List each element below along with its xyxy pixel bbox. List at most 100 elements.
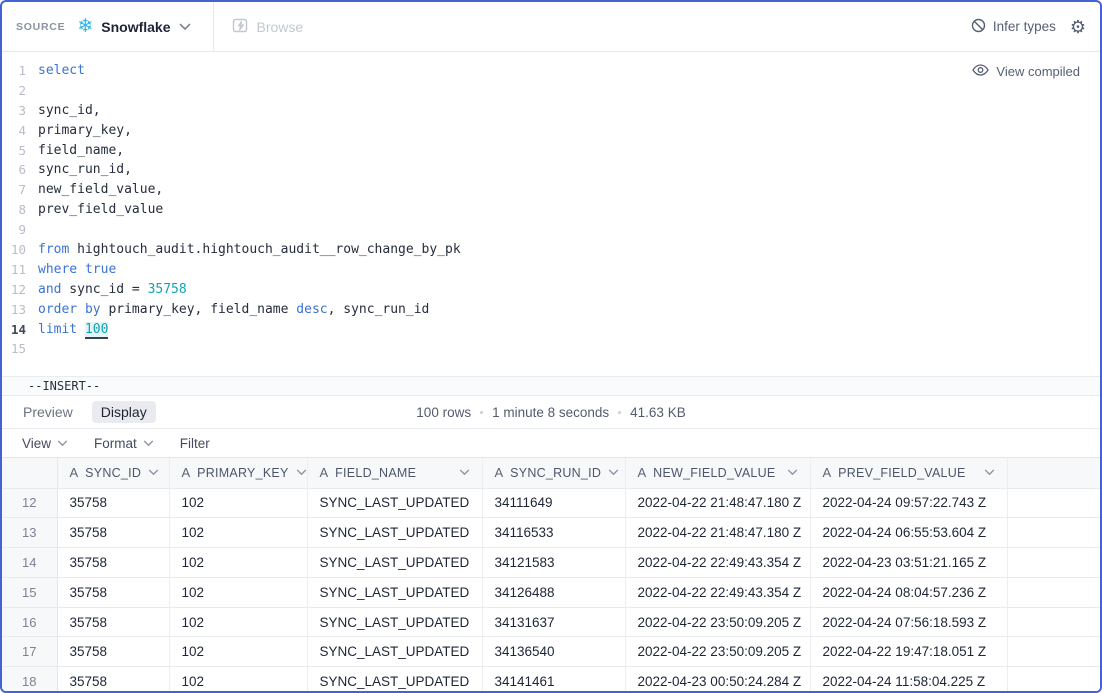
code-line[interactable]: 4primary_key, [2,121,1100,141]
sql-editor[interactable]: 1select23sync_id,4primary_key,5field_nam… [2,52,1100,376]
row-number: 16 [2,607,57,637]
table-cell[interactable]: 35758 [57,548,169,578]
code-line[interactable]: 6sync_run_id, [2,160,1100,180]
column-header-sync_run_id[interactable]: ASYNC_RUN_ID [482,458,625,488]
filler-cell [1007,577,1100,607]
gear-icon[interactable]: ⚙ [1070,18,1086,36]
table-cell[interactable]: 35758 [57,518,169,548]
tab-preview[interactable]: Preview [14,401,82,423]
line-number: 12 [2,280,38,300]
code-line[interactable]: 9 [2,220,1100,240]
column-header-field_name[interactable]: AFIELD_NAME [307,458,482,488]
table-cell[interactable]: 2022-04-22 23:50:09.205 Z [625,607,810,637]
filter-label: Filter [180,436,210,451]
table-cell[interactable]: 34116533 [482,518,625,548]
table-cell[interactable]: 2022-04-24 08:04:57.236 Z [810,577,1007,607]
code-line[interactable]: 10from hightouch_audit.hightouch_audit__… [2,240,1100,260]
table-cell[interactable]: 35758 [57,607,169,637]
table-cell[interactable]: 2022-04-24 09:57:22.743 Z [810,488,1007,518]
code-line[interactable]: 12and sync_id = 35758 [2,280,1100,300]
table-cell[interactable]: 2022-04-23 03:51:21.165 Z [810,548,1007,578]
chevron-down-icon[interactable] [787,469,798,476]
table-cell[interactable]: 2022-04-24 06:55:53.604 Z [810,518,1007,548]
view-menu-button[interactable]: View [22,436,68,451]
code-line[interactable]: 3sync_id, [2,101,1100,121]
table-cell[interactable]: 34141461 [482,667,625,691]
table-row: 1635758102SYNC_LAST_UPDATED341316372022-… [2,607,1100,637]
table-cell[interactable]: 2022-04-22 21:48:47.180 Z [625,518,810,548]
table-cell[interactable]: SYNC_LAST_UPDATED [307,637,482,667]
table-cell[interactable]: 2022-04-23 00:50:24.284 Z [625,667,810,691]
code-line[interactable]: 14limit 100 [2,320,1100,340]
table-cell[interactable]: 35758 [57,637,169,667]
table-cell[interactable]: 34136540 [482,637,625,667]
table-cell[interactable]: SYNC_LAST_UPDATED [307,548,482,578]
code-line[interactable]: 7new_field_value, [2,180,1100,200]
table-cell[interactable]: 34131637 [482,607,625,637]
table-cell[interactable]: 102 [169,577,307,607]
table-cell[interactable]: 102 [169,667,307,691]
code-line[interactable]: 15 [2,339,1100,359]
table-cell[interactable]: 35758 [57,488,169,518]
table-cell[interactable]: SYNC_LAST_UPDATED [307,607,482,637]
table-cell[interactable]: 34126488 [482,577,625,607]
filler-cell [1007,607,1100,637]
table-cell[interactable]: 102 [169,607,307,637]
table-cell[interactable]: 2022-04-22 22:49:43.354 Z [625,548,810,578]
code-line[interactable]: 5field_name, [2,141,1100,161]
column-header-primary_key[interactable]: APRIMARY_KEY [169,458,307,488]
table-cell[interactable]: 2022-04-22 21:48:47.180 Z [625,488,810,518]
column-header-sync_id[interactable]: ASYNC_ID [57,458,169,488]
table-row: 1435758102SYNC_LAST_UPDATED341215832022-… [2,548,1100,578]
table-cell[interactable]: SYNC_LAST_UPDATED [307,518,482,548]
chevron-down-icon[interactable] [296,469,307,476]
table-cell[interactable]: SYNC_LAST_UPDATED [307,577,482,607]
source-selector[interactable]: ❄ Snowflake [77,17,190,36]
code-line[interactable]: 2 [2,81,1100,101]
table-row: 1335758102SYNC_LAST_UPDATED341165332022-… [2,518,1100,548]
table-cell[interactable]: 102 [169,548,307,578]
table-cell[interactable]: 2022-04-24 11:58:04.225 Z [810,667,1007,691]
column-header-new_field_value[interactable]: ANEW_FIELD_VALUE [625,458,810,488]
chevron-down-icon [179,23,191,31]
table-cell[interactable]: 102 [169,518,307,548]
infer-types-button[interactable]: Infer types [971,18,1056,36]
filter-menu-button[interactable]: Filter [180,436,210,451]
browse-button[interactable]: Browse [232,17,304,37]
code-text: and sync_id = 35758 [38,280,187,300]
line-number: 14 [2,320,38,340]
column-label: PRIMARY_KEY [197,466,288,480]
table-cell[interactable]: 2022-04-22 23:50:09.205 Z [625,637,810,667]
filler-cell [1007,518,1100,548]
table-cell[interactable]: 102 [169,637,307,667]
table-cell[interactable]: SYNC_LAST_UPDATED [307,667,482,691]
column-label: SYNC_ID [85,466,141,480]
table-cell[interactable]: 2022-04-22 22:49:43.354 Z [625,577,810,607]
dot-separator [480,411,483,414]
code-line[interactable]: 8prev_field_value [2,200,1100,220]
snowflake-icon: ❄ [77,17,93,36]
chevron-down-icon[interactable] [459,469,470,476]
table-cell[interactable]: 34121583 [482,548,625,578]
table-cell[interactable]: 2022-04-24 07:56:18.593 Z [810,607,1007,637]
eye-icon [972,64,989,79]
chevron-down-icon[interactable] [984,469,995,476]
table-cell[interactable]: 2022-04-22 19:47:18.051 Z [810,637,1007,667]
table-cell[interactable]: 34111649 [482,488,625,518]
table-cell[interactable]: 35758 [57,577,169,607]
tab-display[interactable]: Display [92,401,156,423]
table-cell[interactable]: 35758 [57,667,169,691]
format-menu-button[interactable]: Format [94,436,154,451]
column-header-prev_field_value[interactable]: APREV_FIELD_VALUE [810,458,1007,488]
table-cell[interactable]: 102 [169,488,307,518]
query-stats: 100 rows1 minute 8 seconds41.63 KB [2,396,1100,428]
chevron-down-icon[interactable] [148,469,159,476]
chevron-down-icon[interactable] [608,469,619,476]
code-text: order by primary_key, field_name desc, s… [38,300,429,320]
code-line[interactable]: 13order by primary_key, field_name desc,… [2,300,1100,320]
code-line[interactable]: 1select [2,61,1100,81]
view-compiled-button[interactable]: View compiled [972,64,1080,79]
string-type-icon: A [320,465,329,480]
code-line[interactable]: 11where true [2,260,1100,280]
table-cell[interactable]: SYNC_LAST_UPDATED [307,488,482,518]
